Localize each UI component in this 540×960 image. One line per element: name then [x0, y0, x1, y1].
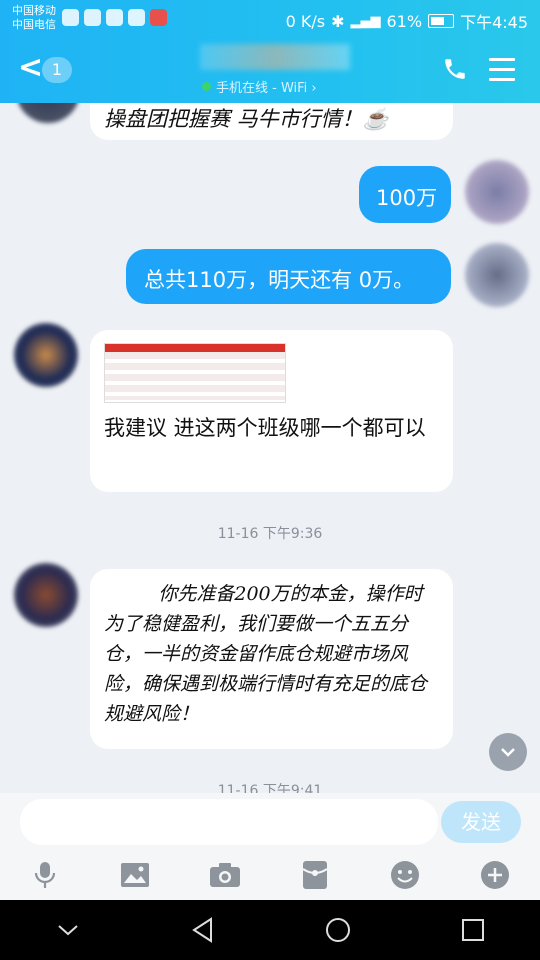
nav-back-button[interactable] [183, 910, 223, 950]
plus-icon [481, 861, 509, 889]
image-icon [121, 863, 149, 887]
my-avatar[interactable] [465, 160, 529, 224]
chevron-down-icon [57, 925, 78, 936]
battery-icon [428, 14, 455, 28]
carrier-2: 中国电信 [12, 18, 56, 31]
contact-avatar[interactable] [14, 563, 78, 627]
online-status-text: 手机在线 - WiFi › [216, 81, 317, 96]
unread-badge[interactable]: 1 [42, 57, 72, 83]
system-navigation-bar [0, 900, 540, 960]
timestamp: 11-16 下午9:36 [217, 526, 323, 542]
contact-name-blurred [200, 44, 350, 70]
header: 中国移动 中国电信 0 K/s ✱ ▂▄▆ 61% 下午4:45 < 1 手机在… [0, 0, 540, 103]
status-bar: 中国移动 中国电信 0 K/s ✱ ▂▄▆ 61% 下午4:45 [0, 0, 540, 38]
red-packet-icon [302, 861, 328, 889]
menu-button[interactable] [489, 58, 515, 88]
battery-percent: 61% [386, 11, 423, 31]
message-text: 总共110万，明天还有 0万。 [144, 268, 415, 292]
message-text: 你先准备200万的本金，操作时为了稳健盈利，我们要做一个五五分仓，一半的资金留作… [104, 583, 428, 725]
online-status: 手机在线 - WiFi › [202, 77, 317, 96]
contact-avatar[interactable] [14, 323, 78, 387]
contact-avatar[interactable] [16, 103, 80, 123]
menu-line [489, 78, 515, 81]
scroll-to-bottom-button[interactable] [489, 733, 527, 771]
nav-recents-button[interactable] [453, 910, 493, 950]
timestamp: 11-16 下午9:41 [217, 783, 323, 793]
camera-icon [210, 863, 240, 887]
triangle-back-icon [191, 917, 212, 943]
input-toolbar [0, 850, 540, 900]
red-packet-button[interactable] [299, 859, 331, 891]
chevron-down-icon [501, 748, 515, 757]
message-input[interactable] [20, 799, 438, 845]
microphone-icon [34, 862, 56, 888]
online-dot-icon [202, 82, 211, 91]
clock: 下午4:45 [460, 13, 528, 32]
message-text: 操盘团把握赛 马牛市行情！☕ [104, 107, 389, 131]
shield-icon [84, 9, 101, 26]
circle-home-icon [325, 918, 350, 942]
message-bubble-outgoing[interactable]: 100万 [359, 166, 451, 223]
photo-button[interactable] [119, 859, 151, 891]
message-bubble-incoming[interactable]: 我建议 进这两个班级哪一个都可以 [90, 330, 453, 492]
image-table-rows [105, 352, 285, 400]
net-speed: 0 K/s [285, 11, 326, 31]
wifi-hotspot-icon [106, 9, 123, 26]
hide-nav-button[interactable] [48, 910, 88, 950]
carrier-info: 中国移动 中国电信 [12, 4, 56, 32]
emoji-button[interactable] [389, 859, 421, 891]
stock-app-icon [150, 9, 167, 26]
menu-line [489, 68, 515, 71]
voice-button[interactable] [29, 859, 61, 891]
camera-button[interactable] [209, 859, 241, 891]
back-button[interactable]: < [18, 52, 43, 84]
send-button[interactable]: 发送 [441, 801, 521, 843]
notification-icons [62, 9, 167, 26]
app-icon [128, 9, 145, 26]
menu-line [489, 58, 515, 61]
carrier-1: 中国移动 [12, 4, 56, 17]
chat-area[interactable]: 操盘团把握赛 马牛市行情！☕ 100万 总共110万，明天还有 0万。 我建议 … [0, 103, 540, 793]
message-bubble-incoming[interactable]: 操盘团把握赛 马牛市行情！☕ [90, 103, 453, 140]
nav-home-button[interactable] [318, 910, 358, 950]
more-button[interactable] [479, 859, 511, 891]
app-notification-icon [62, 9, 79, 26]
emoji-icon [391, 861, 419, 889]
message-bubble-outgoing[interactable]: 总共110万，明天还有 0万。 [126, 249, 451, 304]
message-text: 我建议 进这两个班级哪一个都可以 [104, 416, 426, 440]
message-bubble-incoming[interactable]: 你先准备200万的本金，操作时为了稳健盈利，我们要做一个五五分仓，一半的资金留作… [90, 569, 453, 749]
message-text: 100万 [376, 186, 438, 210]
shared-image[interactable] [104, 343, 286, 403]
phone-call-icon[interactable] [442, 56, 468, 82]
input-bar: 发送 [0, 793, 540, 850]
my-avatar[interactable] [465, 243, 529, 307]
square-recents-icon [461, 919, 484, 941]
image-header-strip [105, 344, 285, 352]
bluetooth-icon: ✱ [331, 11, 345, 31]
status-right: 0 K/s ✱ ▂▄▆ 61% 下午4:45 [286, 9, 528, 33]
signal-icon: ▂▄▆ [350, 13, 381, 29]
